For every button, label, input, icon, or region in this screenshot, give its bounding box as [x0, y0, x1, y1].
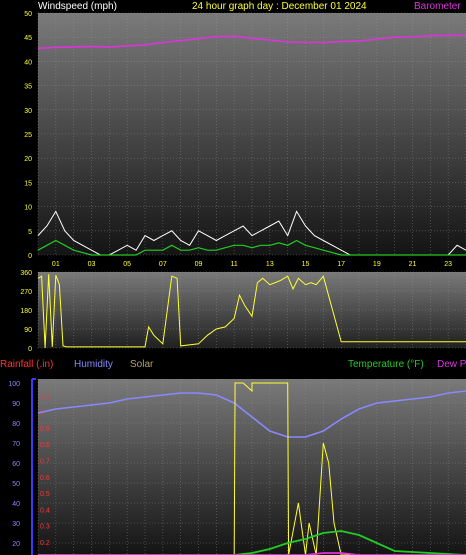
x-tick-label: 17: [337, 261, 345, 268]
y-tick-label: 30: [24, 108, 32, 115]
barometer-title: Barometer: [414, 1, 461, 12]
y-tick-label: 5: [28, 229, 32, 236]
x-tick-label: 01: [52, 261, 60, 268]
y-tick-label: 10: [24, 205, 32, 212]
y-tick-label: 90: [24, 327, 32, 334]
y-tick-label: 25: [24, 132, 32, 139]
x-tick-label: 19: [373, 261, 381, 268]
rain-tick-label: 0.7: [40, 458, 50, 465]
y-tick-label: 40: [12, 501, 20, 508]
x-tick-label: 15: [302, 261, 310, 268]
x-tick-label: 03: [88, 261, 96, 268]
y-tick-label: 80: [12, 421, 20, 428]
weather-graph-canvas: Windspeed (mph) 24 hour graph day : Dece…: [0, 1, 466, 555]
y-tick-label: 0: [28, 346, 32, 353]
rain-tick-label: 0.2: [40, 540, 50, 547]
rain-tick-label: 0.4: [40, 507, 50, 514]
x-tick-label: 21: [409, 261, 417, 268]
y-tick-label: 270: [20, 289, 32, 296]
rain-tick-label: 0.9: [40, 426, 50, 433]
x-tick-label: 05: [123, 261, 131, 268]
solar-legend: Solar: [130, 359, 154, 370]
x-tick-label: 07: [159, 261, 167, 268]
x-tick-label: 09: [195, 261, 203, 268]
rain-tick-label: 0.8: [40, 442, 50, 449]
y-tick-label: 20: [24, 156, 32, 163]
y-tick-label: 360: [20, 270, 32, 277]
y-tick-label: 30: [12, 521, 20, 528]
y-tick-label: 90: [12, 401, 20, 408]
y-tick-label: 50: [24, 11, 32, 18]
humidity-legend: Humidity: [74, 359, 113, 370]
y-tick-label: 20: [12, 541, 20, 548]
rain-tick-label: 0.5: [40, 491, 50, 498]
y-tick-label: 40: [24, 59, 32, 66]
y-tick-label: 180: [20, 308, 32, 315]
y-tick-label: 0: [28, 253, 32, 260]
wind-title: Windspeed (mph): [38, 1, 117, 12]
rain-tick-label: 0.3: [40, 524, 50, 531]
y-tick-label: 100: [8, 381, 20, 388]
temperature-legend: Temperature (°F): [348, 359, 424, 370]
rain-tick-label: 0.6: [40, 475, 50, 482]
x-tick-label: 13: [266, 261, 274, 268]
x-tick-label: 23: [444, 261, 452, 268]
y-tick-label: 35: [24, 84, 32, 91]
x-tick-label: 11: [231, 261, 238, 268]
dewpoint-legend: Dew P: [437, 359, 466, 370]
graph-date-title: 24 hour graph day : December 01 2024: [192, 1, 367, 12]
y-tick-label: 60: [12, 461, 20, 468]
rain-tick-label: 1.1: [40, 393, 50, 400]
rainfall-legend: Rainfall (.in): [0, 359, 53, 370]
y-tick-label: 70: [12, 441, 20, 448]
y-tick-label: 15: [24, 180, 32, 187]
y-tick-label: 45: [24, 35, 32, 42]
y-tick-label: 50: [12, 481, 20, 488]
